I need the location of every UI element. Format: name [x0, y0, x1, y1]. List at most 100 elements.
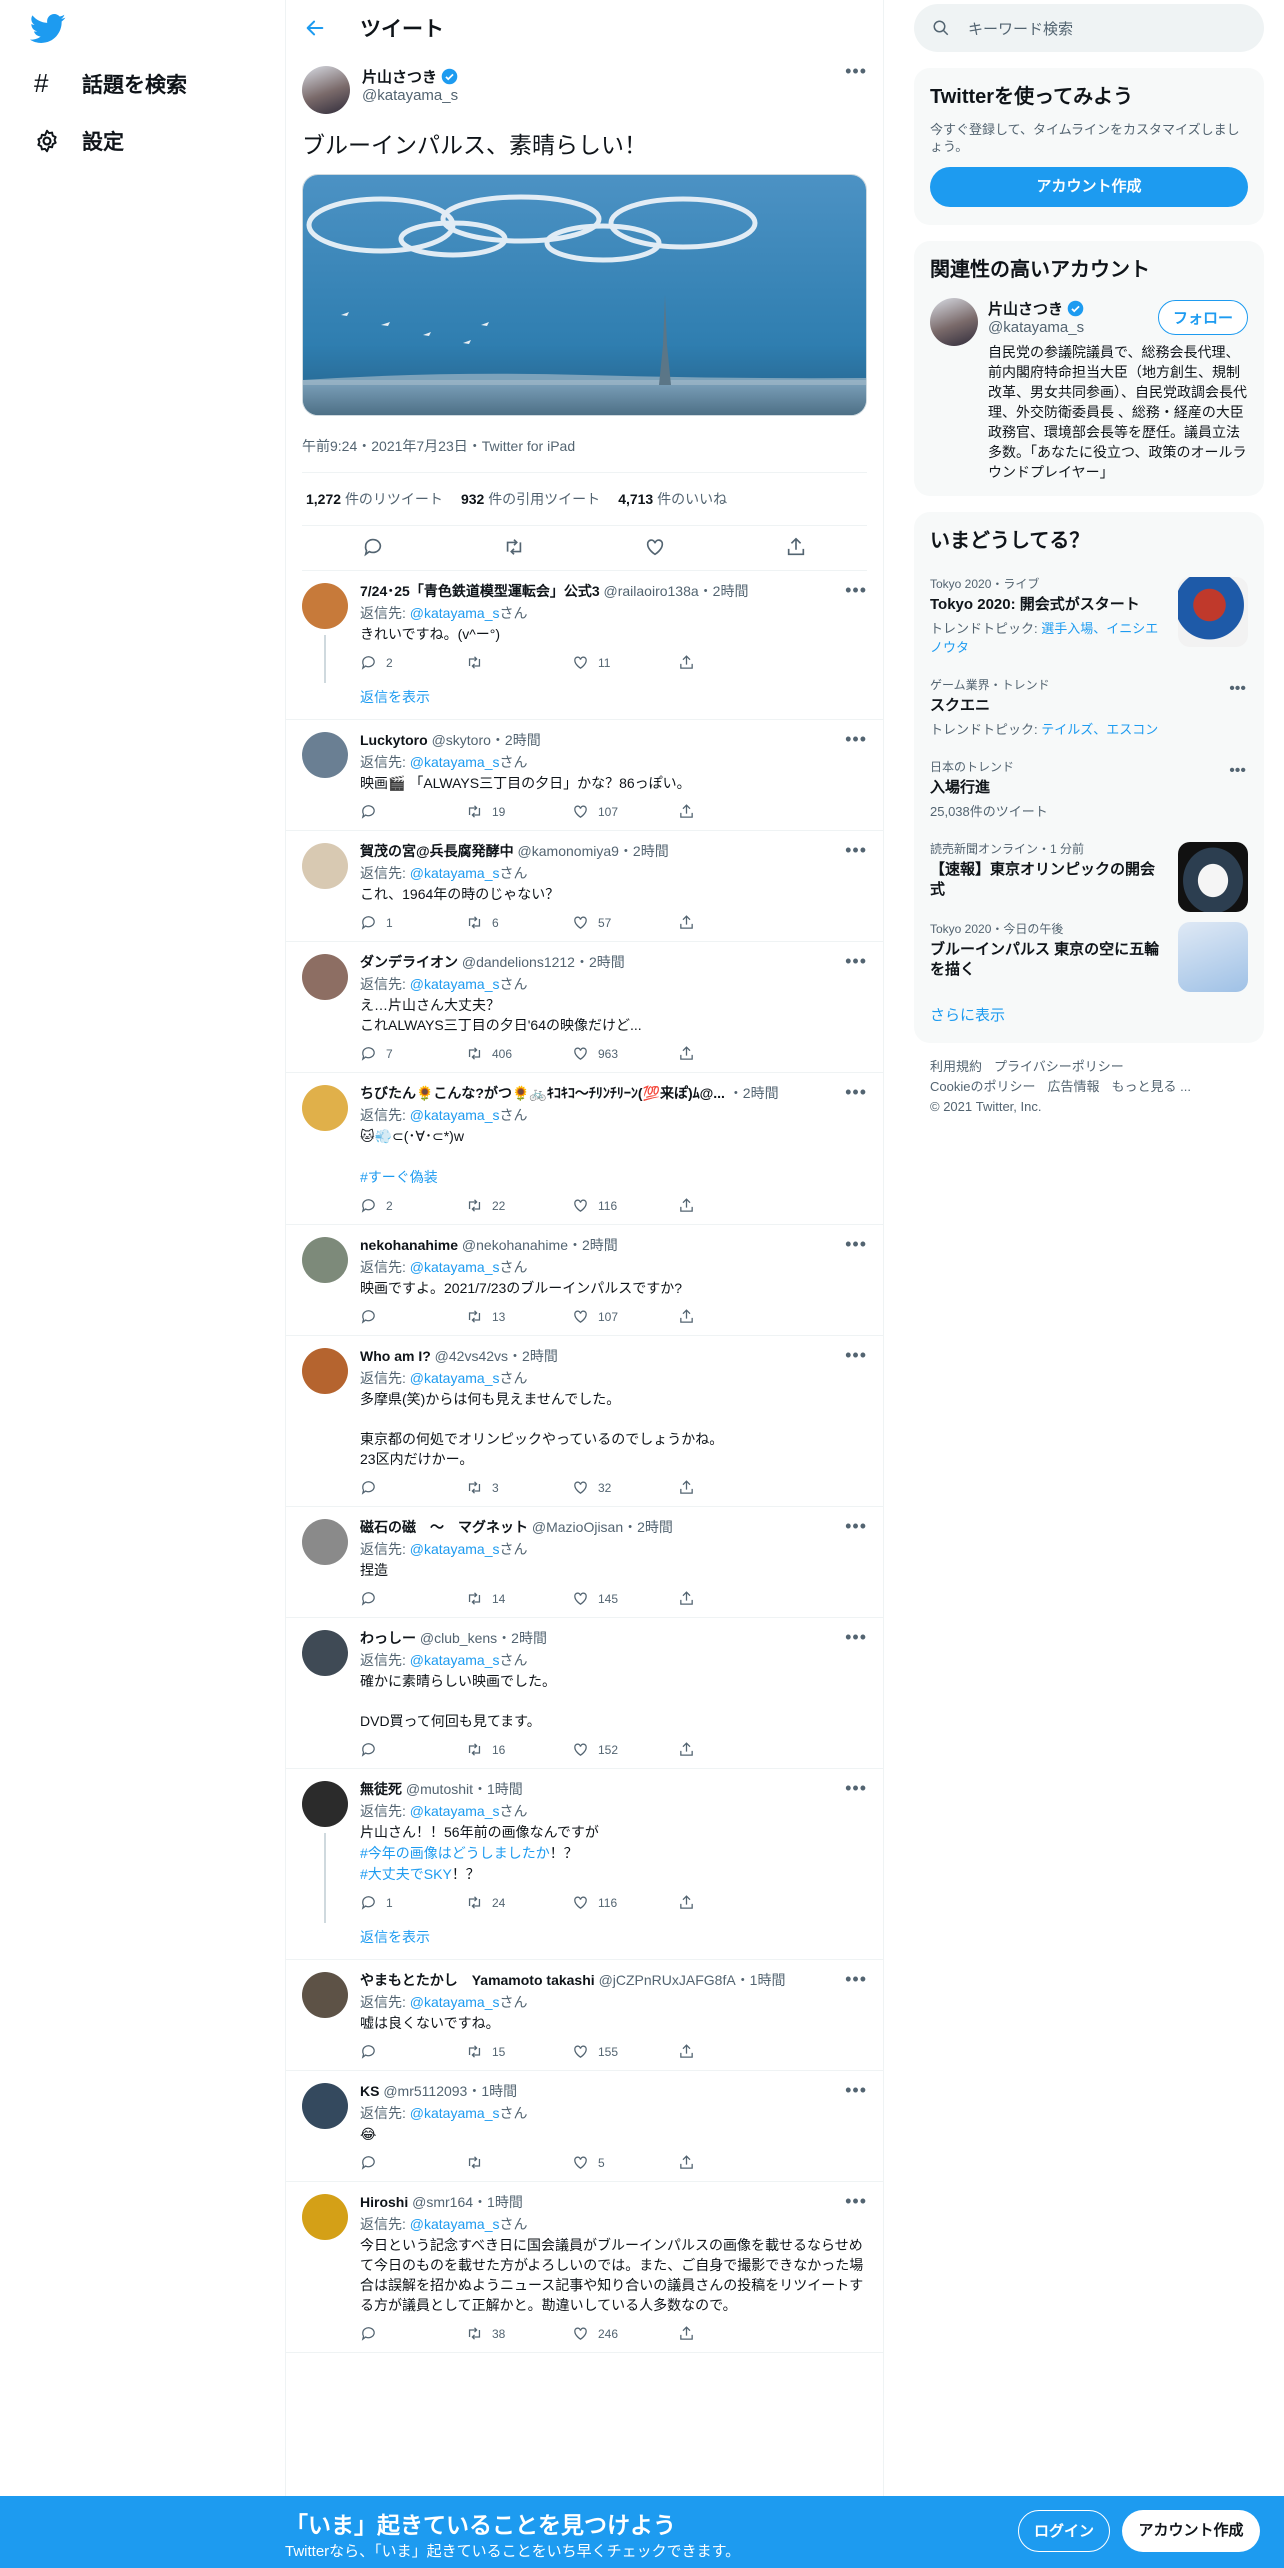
search-input[interactable]: キーワード検索	[968, 18, 1073, 39]
share-icon[interactable]	[678, 1479, 695, 1496]
quotes-stat[interactable]: 932 件の引用ツイート	[461, 489, 600, 509]
reply-time[interactable]: ・2時間	[699, 583, 749, 599]
reply-icon[interactable]	[362, 536, 384, 558]
more-options-icon[interactable]: •••	[1229, 680, 1246, 698]
share-icon[interactable]	[678, 1197, 695, 1214]
reply-to-handle[interactable]: @katayama_s	[410, 1994, 500, 2010]
reply-author-handle[interactable]: @mr5112093	[383, 2083, 467, 2099]
avatar[interactable]	[302, 843, 348, 889]
reply-icon[interactable]	[360, 1197, 377, 1214]
reply-tweet[interactable]: ••• nekohanahime @nekohanahime・2時間 返信先: @k…	[286, 1225, 883, 1336]
avatar[interactable]	[302, 66, 350, 114]
hashtag-link[interactable]: #大丈夫でSKY	[360, 1866, 452, 1882]
reply-time[interactable]: ・2時間	[623, 1519, 673, 1535]
reply-author-name[interactable]: Hiroshi	[360, 2194, 408, 2210]
reply-time[interactable]: ・2時間	[497, 1630, 547, 1646]
reply-author-handle[interactable]: @nekohanahime	[462, 1237, 568, 1253]
share-icon[interactable]	[678, 803, 695, 820]
show-replies-link[interactable]: 返信を表示	[360, 1911, 867, 1949]
more-options-icon[interactable]: •••	[845, 1517, 867, 1535]
reply-icon[interactable]	[360, 914, 377, 931]
reply-to-handle[interactable]: @katayama_s	[410, 2216, 500, 2232]
reply-author-name[interactable]: Who am I?	[360, 1348, 431, 1364]
reply-author-handle[interactable]: @club_kens	[420, 1630, 497, 1646]
like-icon[interactable]	[572, 654, 589, 671]
retweet-icon[interactable]	[466, 654, 483, 671]
retweet-icon[interactable]	[466, 1479, 483, 1496]
avatar[interactable]	[302, 1519, 348, 1565]
more-options-icon[interactable]: •••	[845, 730, 867, 748]
share-icon[interactable]	[678, 2043, 695, 2060]
reply-icon[interactable]	[360, 803, 377, 820]
retweets-stat[interactable]: 1,272 件のリツイート	[306, 489, 443, 509]
reply-icon[interactable]	[360, 2154, 377, 2171]
share-icon[interactable]	[678, 1590, 695, 1607]
reply-tweet[interactable]: ••• 賀茂の宮@兵長腐発酵中 @kamonomiya9・2時間 返信先: @kat…	[286, 831, 883, 942]
search-box[interactable]: キーワード検索	[914, 4, 1264, 52]
like-icon[interactable]	[572, 1308, 589, 1325]
more-options-icon[interactable]: •••	[845, 1779, 867, 1797]
avatar[interactable]	[930, 298, 978, 346]
like-icon[interactable]	[572, 2043, 589, 2060]
reply-author-handle[interactable]: @42vs42vs	[435, 1348, 508, 1364]
like-icon[interactable]	[572, 2325, 589, 2342]
create-account-button[interactable]: アカウント作成	[930, 167, 1248, 207]
reply-time[interactable]: ・2時間	[575, 954, 625, 970]
avatar[interactable]	[302, 732, 348, 778]
trend-topic-links[interactable]: テイルズ、エスコン	[1041, 722, 1158, 737]
follow-button[interactable]: フォロー	[1157, 300, 1248, 335]
reply-author-name[interactable]: 賀茂の宮@兵長腐発酵中	[360, 843, 514, 859]
more-options-icon[interactable]: •••	[845, 1628, 867, 1646]
reply-time[interactable]: ・1時間	[467, 2083, 517, 2099]
retweet-icon[interactable]	[466, 1741, 483, 1758]
share-icon[interactable]	[678, 914, 695, 931]
author-name[interactable]: 片山さつき	[362, 66, 458, 87]
retweet-icon[interactable]	[466, 914, 483, 931]
footer-ads[interactable]: 広告情報	[1047, 1079, 1099, 1094]
tweet-image[interactable]	[302, 174, 867, 416]
share-icon[interactable]	[678, 2325, 695, 2342]
trend-item[interactable]: ゲーム業界・トレンド スクエニ トレンドトピック: テイルズ、エスコン •••	[914, 666, 1264, 748]
reply-icon[interactable]	[360, 1308, 377, 1325]
share-icon[interactable]	[785, 536, 807, 558]
reply-icon[interactable]	[360, 654, 377, 671]
like-icon[interactable]	[572, 803, 589, 820]
trend-item[interactable]: Tokyo 2020・ライブ Tokyo 2020: 開会式がスタート トレンドトピ…	[914, 565, 1264, 666]
reply-tweet[interactable]: ••• 無徒死 @mutoshit・1時間 返信先: @katayama_sさん 片山…	[286, 1769, 883, 1960]
hashtag-link[interactable]: #すーぐ偽装	[360, 1167, 867, 1187]
reply-time[interactable]: ・2時間	[491, 732, 541, 748]
avatar[interactable]	[302, 2194, 348, 2240]
reply-to-handle[interactable]: @katayama_s	[410, 1259, 500, 1275]
reply-to-handle[interactable]: @katayama_s	[410, 1107, 500, 1123]
reply-icon[interactable]	[360, 2325, 377, 2342]
avatar[interactable]	[302, 583, 348, 629]
more-options-icon[interactable]: •••	[845, 1235, 867, 1253]
footer-more[interactable]: もっと見る ...	[1111, 1079, 1190, 1094]
like-icon[interactable]	[572, 1894, 589, 1911]
reply-icon[interactable]	[360, 1741, 377, 1758]
reply-tweet[interactable]: ••• ダンデライオン @dandelions1212・2時間 返信先: @kata…	[286, 942, 883, 1073]
reply-to-handle[interactable]: @katayama_s	[410, 1803, 500, 1819]
reply-to-handle[interactable]: @katayama_s	[410, 865, 500, 881]
share-icon[interactable]	[678, 2154, 695, 2171]
share-icon[interactable]	[678, 1308, 695, 1325]
trend-item[interactable]: 読売新聞オンライン・1 分前 【速報】東京オリンピックの開会式	[914, 830, 1264, 912]
more-options-icon[interactable]: •••	[845, 1970, 867, 1988]
reply-to-handle[interactable]: @katayama_s	[410, 976, 500, 992]
retweet-icon[interactable]	[466, 2043, 483, 2060]
reply-time[interactable]: ・1時間	[736, 1972, 786, 1988]
nav-explore[interactable]: # 話題を検索	[34, 68, 187, 99]
reply-to-handle[interactable]: @katayama_s	[410, 605, 500, 621]
like-icon[interactable]	[572, 2154, 589, 2171]
avatar[interactable]	[302, 1237, 348, 1283]
show-replies-link[interactable]: 返信を表示	[360, 671, 867, 709]
reply-icon[interactable]	[360, 1590, 377, 1607]
reply-time[interactable]: ・2時間	[619, 843, 669, 859]
retweet-icon[interactable]	[503, 536, 525, 558]
reply-author-name[interactable]: ダンデライオン	[360, 954, 458, 970]
reply-time[interactable]: ・2時間	[508, 1348, 558, 1364]
retweet-icon[interactable]	[466, 1590, 483, 1607]
reply-author-handle[interactable]: @skytoro	[432, 732, 491, 748]
tweet-meta[interactable]: 午前9:24・2021年7月23日・Twitter for iPad	[302, 436, 867, 473]
reply-icon[interactable]	[360, 1479, 377, 1496]
